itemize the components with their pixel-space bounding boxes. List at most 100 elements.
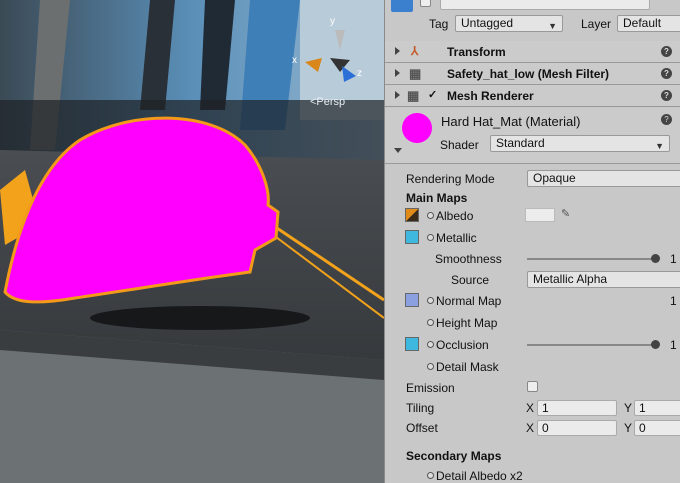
scene-render [0, 0, 384, 483]
transform-icon: ⅄ [411, 44, 419, 58]
offset-y-value: 0 [639, 421, 646, 435]
expand-arrow-icon[interactable] [395, 69, 400, 77]
smoothness-row: Smoothness 1 [385, 248, 680, 270]
tiling-y-field[interactable]: 1 [634, 400, 680, 416]
occlusion-texture-slot[interactable] [405, 337, 419, 351]
mesh-grid-icon: ▦ [409, 66, 422, 81]
smoothness-value[interactable]: 1 [670, 252, 677, 266]
material-name: Hard Hat_Mat (Material) [441, 114, 581, 129]
tiling-label: Tiling [406, 401, 435, 415]
layer-dropdown[interactable]: Default [617, 15, 680, 32]
transform-title: Transform [447, 45, 506, 59]
albedo-label: Albedo [436, 209, 474, 223]
height-map-label: Height Map [436, 316, 498, 330]
active-checkbox[interactable] [420, 0, 431, 7]
help-icon[interactable]: ? [661, 68, 672, 79]
metallic-texture-slot[interactable] [405, 230, 419, 244]
rendering-mode-label: Rendering Mode [406, 172, 495, 186]
emission-row: Emission [385, 377, 680, 399]
eyedropper-icon[interactable]: ✎ [561, 207, 570, 220]
height-map-row: Height Map [385, 312, 680, 334]
texture-picker-icon[interactable] [427, 212, 434, 219]
shader-value: Standard [496, 136, 545, 150]
smoothness-slider-knob[interactable] [651, 254, 660, 263]
shader-label: Shader [440, 138, 479, 152]
texture-picker-icon[interactable] [427, 297, 434, 304]
tiling-row: Tiling X 1 Y 1 [385, 397, 680, 419]
gizmo-z-label[interactable]: z [357, 68, 362, 79]
material-preview-sphere[interactable] [402, 113, 432, 143]
source-dropdown[interactable]: Metallic Alpha [527, 271, 680, 288]
layer-value: Default [623, 16, 662, 30]
object-header [385, 0, 680, 14]
help-icon[interactable]: ? [661, 114, 672, 125]
help-icon[interactable]: ? [661, 90, 672, 101]
expand-arrow-icon[interactable] [394, 148, 402, 153]
tiling-y-label: Y [624, 401, 633, 415]
object-name-field[interactable] [440, 0, 650, 10]
chevron-down-icon: ▼ [548, 21, 557, 31]
metallic-row: Metallic [385, 227, 680, 249]
source-row: Source Metallic Alpha [385, 269, 680, 291]
component-transform[interactable]: ⅄ Transform ? [385, 41, 680, 63]
tiling-x-value: 1 [542, 401, 549, 415]
metallic-label: Metallic [436, 231, 477, 245]
source-label: Source [451, 273, 490, 287]
texture-picker-icon[interactable] [427, 472, 434, 479]
chevron-down-icon: ▼ [655, 141, 664, 151]
offset-label: Offset [406, 421, 438, 435]
texture-picker-icon[interactable] [427, 234, 434, 241]
scene-view[interactable]: y x z <Persp [0, 0, 384, 483]
emission-label: Emission [406, 381, 455, 395]
offset-x-label: X [526, 421, 535, 435]
gameobject-cube-icon [391, 0, 413, 12]
emission-checkbox[interactable] [527, 381, 538, 392]
occlusion-row: Occlusion 1 [385, 334, 680, 356]
perspective-toggle[interactable]: <Persp [310, 96, 345, 108]
occlusion-value[interactable]: 1 [670, 338, 677, 352]
offset-row: Offset X 0 Y 0 [385, 417, 680, 439]
secondary-maps-row: Secondary Maps [385, 445, 680, 467]
expand-arrow-icon[interactable] [395, 91, 400, 99]
albedo-texture-slot[interactable] [405, 208, 419, 222]
mesh-renderer-icon: ▦ [407, 88, 420, 103]
component-mesh-renderer[interactable]: ▦ ✓ Mesh Renderer ? [385, 85, 680, 107]
occlusion-slider-track[interactable] [527, 344, 655, 346]
inspector-panel: Tag Untagged ▼ Layer Default ⅄ Transform… [384, 0, 680, 483]
occlusion-label: Occlusion [436, 338, 489, 352]
gizmo-y-label[interactable]: y [330, 16, 335, 27]
texture-picker-icon[interactable] [427, 341, 434, 348]
smoothness-label: Smoothness [435, 252, 502, 266]
layer-label: Layer [581, 17, 612, 31]
normal-map-row: Normal Map 1 [385, 290, 680, 312]
texture-picker-icon[interactable] [427, 319, 434, 326]
tag-label: Tag [429, 17, 449, 31]
detail-albedo-label: Detail Albedo x2 [436, 469, 523, 483]
rendering-mode-value: Opaque [533, 171, 576, 185]
rendering-mode-dropdown[interactable]: Opaque [527, 170, 680, 187]
tiling-y-value: 1 [639, 401, 646, 415]
help-icon[interactable]: ? [661, 46, 672, 57]
detail-mask-row: Detail Mask [385, 356, 680, 378]
shader-dropdown[interactable]: Standard ▼ [490, 135, 670, 152]
component-mesh-filter[interactable]: ▦ Safety_hat_low (Mesh Filter) ? [385, 63, 680, 85]
normal-texture-slot[interactable] [405, 293, 419, 307]
gizmo-x-label[interactable]: x [292, 55, 297, 66]
main-maps-heading: Main Maps [406, 191, 468, 205]
expand-arrow-icon[interactable] [395, 47, 400, 55]
normal-map-value[interactable]: 1 [670, 294, 677, 308]
smoothness-slider-track[interactable] [527, 258, 655, 260]
tag-value: Untagged [461, 16, 514, 30]
tag-dropdown[interactable]: Untagged ▼ [455, 15, 563, 32]
offset-y-label: Y [624, 421, 633, 435]
occlusion-slider-knob[interactable] [651, 340, 660, 349]
mesh-renderer-title: Mesh Renderer [447, 89, 534, 103]
material-header: Hard Hat_Mat (Material) ? Shader Standar… [385, 108, 680, 164]
normal-map-label: Normal Map [436, 294, 502, 308]
offset-y-field[interactable]: 0 [634, 420, 680, 436]
texture-picker-icon[interactable] [427, 363, 434, 370]
enabled-checkmark-icon[interactable]: ✓ [428, 88, 437, 101]
albedo-color-swatch[interactable] [525, 208, 555, 222]
tiling-x-field[interactable]: 1 [537, 400, 617, 416]
offset-x-field[interactable]: 0 [537, 420, 617, 436]
